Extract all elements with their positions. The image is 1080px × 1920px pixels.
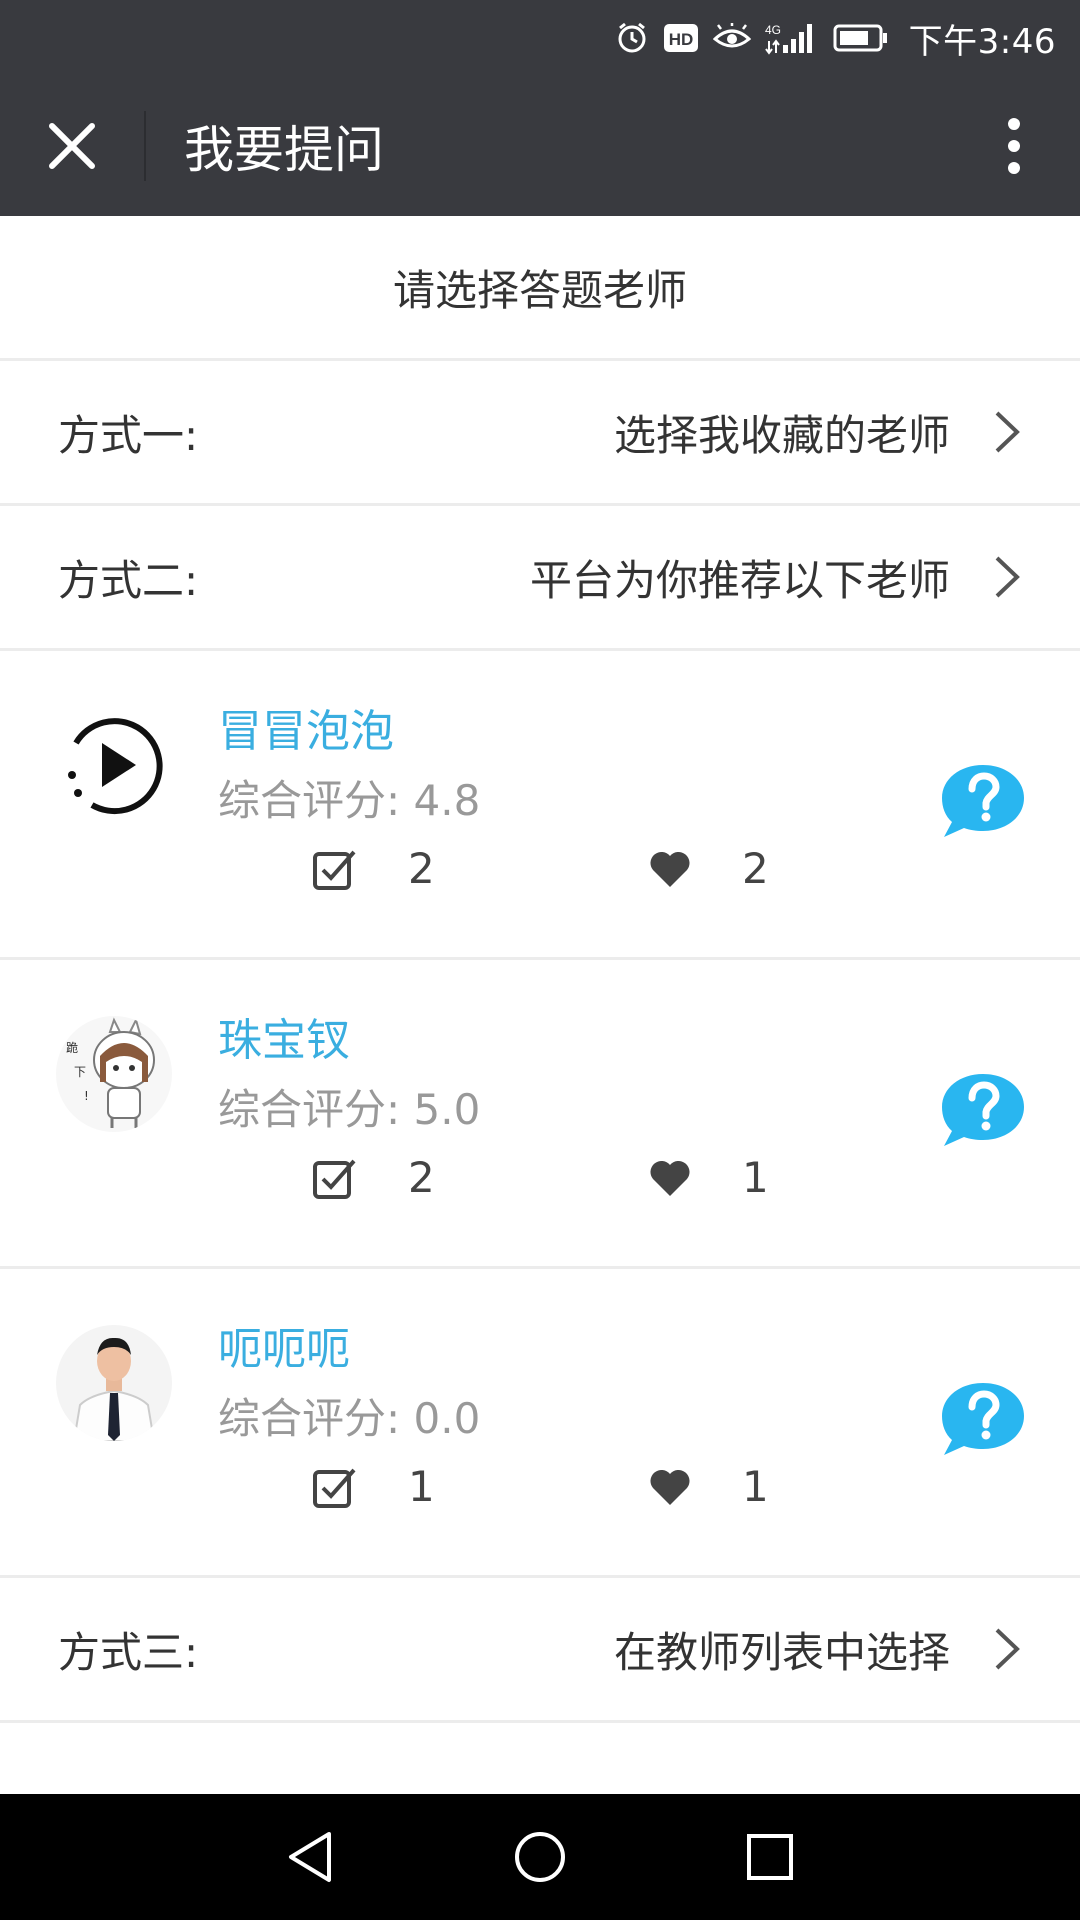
back-button[interactable] (275, 1822, 345, 1892)
option-label: 方式一: (58, 410, 199, 460)
play-circle-icon (68, 718, 163, 815)
eye-icon (712, 23, 751, 53)
checkbox-check-icon (313, 850, 356, 890)
screen: HD 4G 下午3:46 我要提问 请选择答题老师 方式一: 选择我收藏的老师 (0, 0, 1080, 1920)
answer-count-value: 1 (408, 1462, 435, 1511)
chevron-right-icon (994, 408, 1024, 456)
svg-text:!: ! (84, 1089, 89, 1103)
answer-count-value: 2 (408, 844, 435, 893)
heart-icon (650, 851, 690, 887)
ask-question-button[interactable] (940, 761, 1026, 841)
question-bubble-icon (942, 1074, 1024, 1146)
teacher-row[interactable]: 跪下! 珠宝钗 综合评分: 5.0 2 1 (0, 960, 1080, 1269)
like-count: 2 (648, 844, 769, 893)
navigation-bar (0, 1794, 1080, 1920)
option-value: 平台为你推荐以下老师 (529, 555, 950, 605)
section-header: 请选择答题老师 (0, 216, 1080, 361)
home-button[interactable] (505, 1822, 575, 1892)
question-bubble-icon (942, 1383, 1024, 1455)
teacher-rating: 综合评分: 4.8 (218, 776, 481, 825)
teacher-rating: 综合评分: 0.0 (218, 1394, 481, 1443)
title-divider (144, 111, 146, 181)
signal-4g-icon: 4G (765, 21, 819, 55)
like-count-value: 1 (742, 1462, 769, 1511)
recents-button[interactable] (735, 1822, 805, 1892)
recents-icon (747, 1834, 793, 1880)
teacher-rating: 综合评分: 5.0 (218, 1085, 481, 1134)
heart-icon (650, 1469, 690, 1505)
option-label: 方式二: (58, 555, 199, 605)
option-teacher-list[interactable]: 方式三: 在教师列表中选择 (0, 1578, 1080, 1723)
answer-count: 2 (312, 1153, 435, 1202)
like-count-value: 1 (742, 1153, 769, 1202)
avatar[interactable] (56, 1325, 172, 1441)
option-value: 选择我收藏的老师 (613, 410, 950, 460)
option-value: 在教师列表中选择 (613, 1627, 950, 1677)
option-label: 方式三: (58, 1627, 199, 1677)
teacher-name[interactable]: 珠宝钗 (218, 1004, 350, 1068)
teacher-name[interactable]: 冒冒泡泡 (218, 695, 394, 759)
more-button[interactable] (976, 76, 1052, 216)
checkbox-check-icon (313, 1159, 356, 1199)
title-bar: 我要提问 (0, 76, 1080, 216)
alarm-icon (615, 21, 649, 55)
heart-icon (650, 1160, 690, 1196)
network-text: 4G (765, 23, 781, 37)
like-count: 1 (648, 1153, 769, 1202)
content: 请选择答题老师 方式一: 选择我收藏的老师 方式二: 平台为你推荐以下老师 冒冒… (0, 216, 1080, 1723)
checkbox-check-icon (313, 1468, 356, 1508)
more-vertical-icon (1008, 118, 1020, 174)
page-title: 我要提问 (184, 121, 384, 179)
hd-icon: HD (663, 22, 699, 54)
close-icon (49, 123, 95, 169)
like-count: 1 (648, 1462, 769, 1511)
chevron-right-icon (994, 553, 1024, 601)
answer-count-value: 2 (408, 1153, 435, 1202)
battery-icon (833, 23, 889, 53)
svg-text:跪: 跪 (66, 1040, 78, 1055)
teacher-row[interactable]: 冒冒泡泡 综合评分: 4.8 2 2 (0, 651, 1080, 960)
ask-question-button[interactable] (940, 1070, 1026, 1150)
question-bubble-icon (942, 765, 1024, 837)
man-in-tie-avatar-icon (56, 1325, 172, 1441)
teacher-row[interactable]: 呃呃呃 综合评分: 0.0 1 1 (0, 1269, 1080, 1578)
option-favorite-teachers[interactable]: 方式一: 选择我收藏的老师 (0, 361, 1080, 506)
back-icon (289, 1832, 331, 1882)
status-time: 下午3:46 (908, 21, 1056, 62)
close-button[interactable] (0, 76, 144, 216)
home-icon (515, 1832, 565, 1882)
svg-text:下: 下 (74, 1065, 86, 1079)
ask-question-button[interactable] (940, 1379, 1026, 1459)
hd-text: HD (668, 30, 693, 49)
option-recommended-teachers[interactable]: 方式二: 平台为你推荐以下老师 (0, 506, 1080, 651)
like-count-value: 2 (742, 844, 769, 893)
chevron-right-icon (994, 1625, 1024, 1673)
teacher-name[interactable]: 呃呃呃 (218, 1313, 350, 1377)
answer-count: 2 (312, 844, 435, 893)
answer-count: 1 (312, 1462, 435, 1511)
avatar[interactable] (56, 707, 172, 823)
avatar[interactable]: 跪下! (56, 1016, 172, 1132)
status-bar: HD 4G 下午3:46 (0, 0, 1080, 76)
cartoon-girl-avatar-icon: 跪下! (56, 1016, 172, 1132)
